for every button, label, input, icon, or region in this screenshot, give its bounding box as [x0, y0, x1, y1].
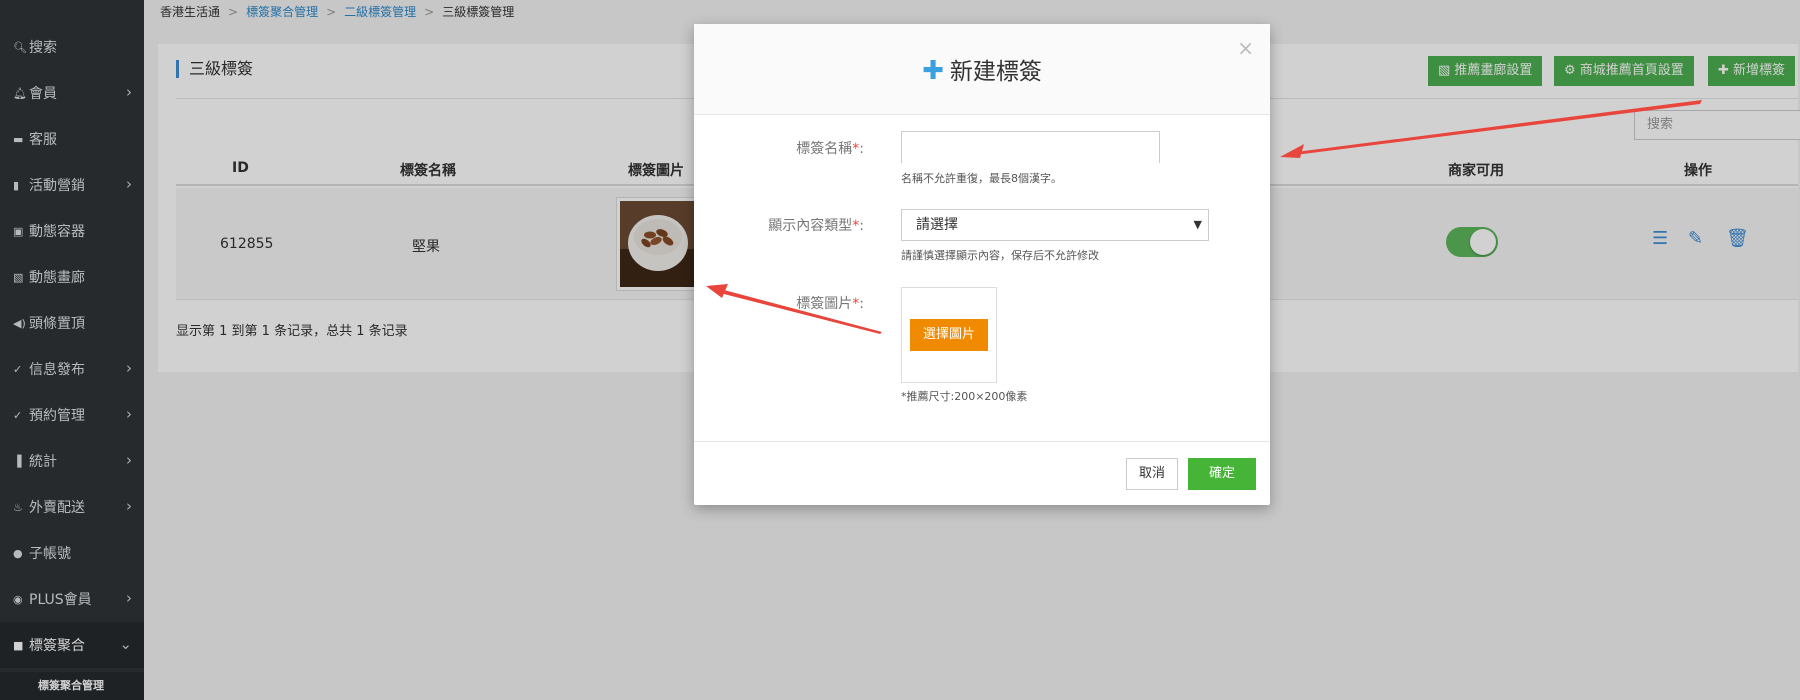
tag-name-label-text: 標簽名稱: [796, 141, 853, 157]
tag-name-label: 標簽名稱*:: [694, 138, 864, 158]
content-type-label: 顯示內容類型*:: [694, 215, 864, 235]
cancel-button[interactable]: 取消: [1126, 458, 1178, 490]
content-type-help: 請謹慎選擇顯示內容，保存后不允許修改: [901, 249, 1099, 262]
label-colon: :: [859, 296, 864, 312]
tag-name-help: 名稱不允許重復，最長8個漢字。: [901, 172, 1062, 185]
tag-image-label-text: 標簽圖片: [796, 296, 853, 312]
modal-title-text: 新建標簽: [949, 59, 1042, 85]
plus-icon: ✚: [922, 56, 944, 86]
tag-name-input[interactable]: [901, 131, 1160, 163]
content-type-value: 請選擇: [916, 217, 958, 233]
label-colon: :: [859, 218, 864, 234]
content-type-label-text: 顯示內容類型: [768, 218, 853, 234]
image-upload-box: 選擇圖片: [901, 287, 997, 383]
content-type-select[interactable]: 請選擇 ▼: [901, 209, 1209, 241]
confirm-button[interactable]: 確定: [1188, 458, 1256, 490]
tag-image-label: 標簽圖片*:: [694, 293, 864, 313]
modal-header: ✚ 新建標簽 ×: [694, 24, 1270, 115]
modal-title: ✚ 新建標簽: [694, 52, 1270, 86]
close-icon[interactable]: ×: [1237, 36, 1254, 60]
choose-image-button[interactable]: 選擇圖片: [910, 319, 988, 351]
new-tag-modal: ✚ 新建標簽 × 標簽名稱*: 名稱不允許重復，最長8個漢字。 顯示內容類型*: …: [694, 24, 1270, 505]
image-size-help: *推薦尺寸:200×200像素: [901, 390, 1028, 403]
caret-down-icon: ▼: [1193, 218, 1202, 231]
modal-footer-divider: [694, 441, 1270, 442]
label-colon: :: [859, 141, 864, 157]
